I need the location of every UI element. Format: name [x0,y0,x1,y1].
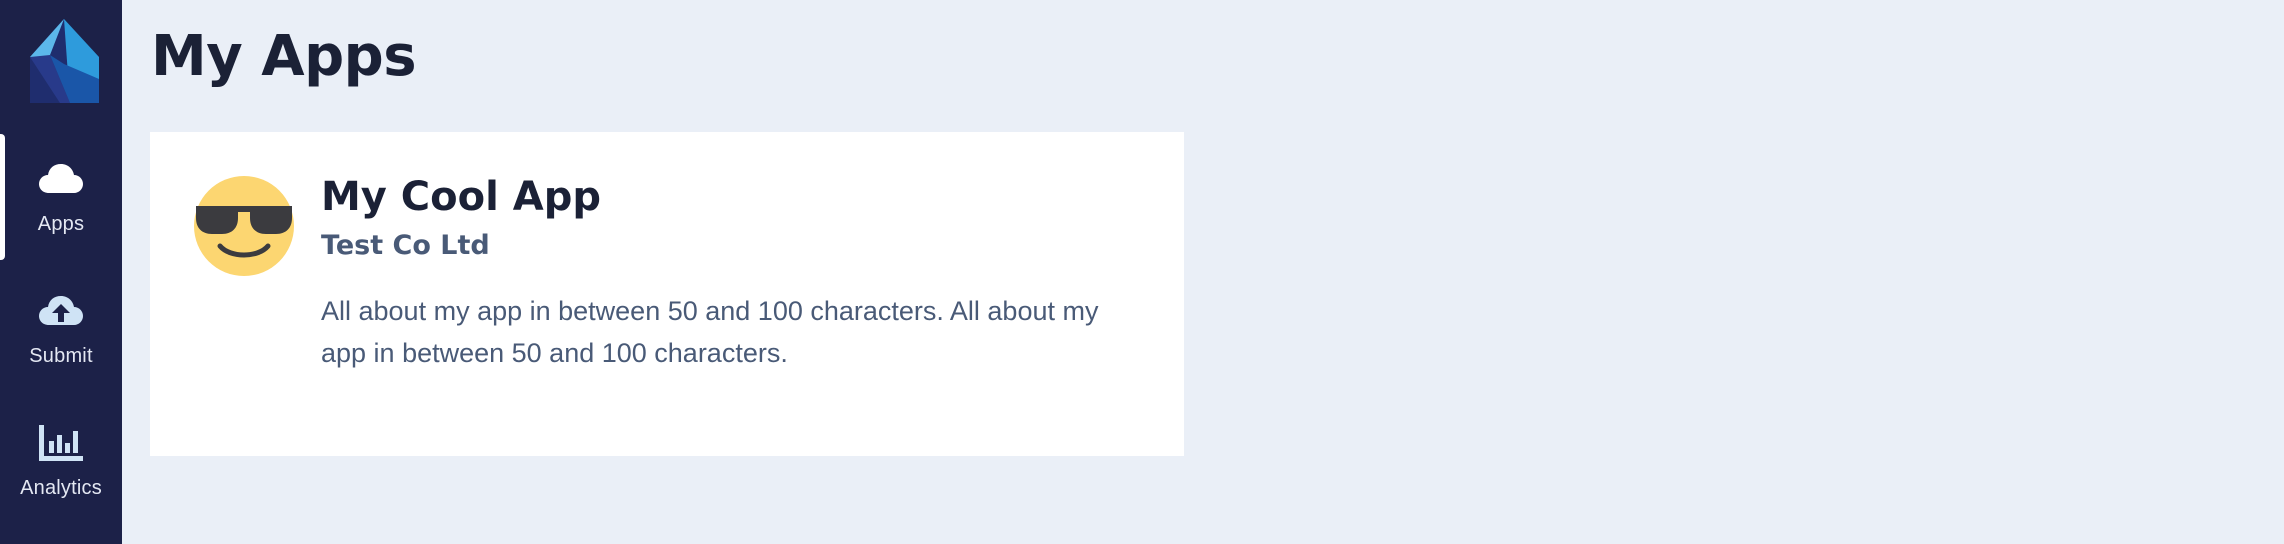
app-description: All about my app in between 50 and 100 c… [321,296,1099,368]
page-title: My Apps [151,24,417,89]
cloud-upload-icon [39,295,83,325]
app-company: Test Co Ltd [321,230,490,261]
sidebar-item-label: Apps [37,212,85,235]
sunglasses-face-icon [194,176,294,276]
bar-chart-icon [39,424,83,461]
sidebar-item-submit[interactable]: Submit [0,266,122,392]
house-logo-icon[interactable] [30,19,99,103]
cloud-icon [39,163,83,193]
sidebar-item-apps[interactable]: Apps [0,134,122,260]
app-card[interactable]: My Cool App Test Co Ltd All about my app… [150,132,1184,456]
app-name[interactable]: My Cool App [321,174,601,220]
sidebar-item-analytics[interactable]: Analytics [0,398,122,524]
sidebar-item-label: Submit [29,344,93,367]
sidebar: Apps Submit Analytics [0,0,122,544]
sidebar-item-label: Analytics [20,476,102,499]
